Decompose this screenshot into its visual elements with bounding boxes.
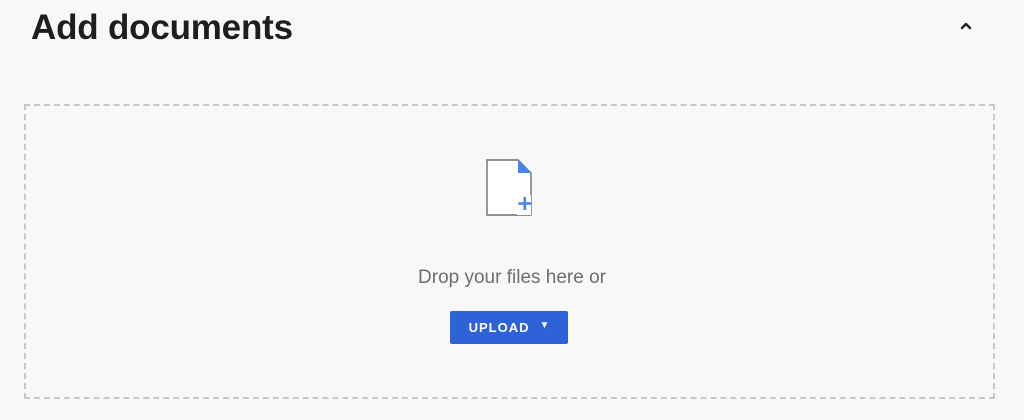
drop-instructions: Drop your files here or bbox=[418, 267, 606, 288]
file-add-icon bbox=[486, 159, 532, 216]
caret-down-icon: ▼ bbox=[539, 320, 550, 331]
file-drop-zone[interactable] bbox=[24, 104, 995, 399]
collapse-toggle-button[interactable] bbox=[954, 14, 978, 38]
chevron-up-icon bbox=[960, 22, 972, 30]
upload-button[interactable]: UPLOAD ▼ bbox=[450, 311, 568, 344]
section-title: Add documents bbox=[31, 8, 293, 47]
upload-button-label: UPLOAD bbox=[468, 320, 530, 335]
add-documents-panel: Add documents Drop your files here or UP… bbox=[0, 0, 1024, 420]
